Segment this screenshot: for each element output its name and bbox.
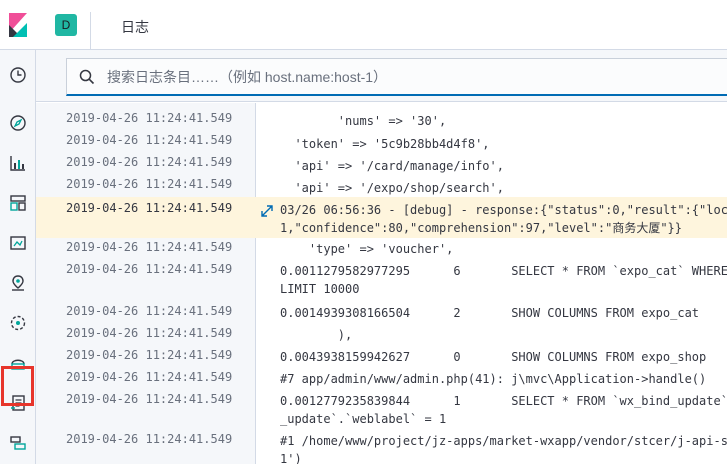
nav-visualize[interactable] [0, 148, 36, 178]
compass-icon [10, 115, 26, 131]
log-row[interactable]: 2019-04-26 11:24:41.549 #7 app/admin/www… [36, 368, 727, 390]
log-message: #1 /home/www/project/jz-apps/market-wxap… [280, 434, 727, 464]
log-row[interactable]: 2019-04-26 11:24:41.549 'api' => '/card/… [36, 147, 727, 173]
search-bar-row [36, 50, 727, 102]
log-timestamp: 2019-04-26 11:24:41.549 [66, 111, 233, 125]
nav-recent[interactable] [0, 60, 36, 90]
log-timestamp: 2019-04-26 11:24:41.549 [66, 240, 233, 254]
log-message: #7 app/admin/www/admin.php(41): j\mvc\Ap… [280, 372, 707, 386]
log-message: 0.0043938159942627 0 SHOW COLUMNS FROM e… [280, 350, 707, 364]
log-timestamp: 2019-04-26 11:24:41.549 [66, 262, 233, 276]
kibana-logo-icon [9, 13, 27, 37]
log-timestamp: 2019-04-26 11:24:41.549 [66, 155, 233, 169]
dashboard-icon [10, 195, 26, 211]
log-message: 0.0014939308166504 2 SHOW COLUMNS FROM e… [280, 306, 700, 320]
log-timestamp: 2019-04-26 11:24:41.549 [66, 392, 233, 406]
search-icon [79, 69, 95, 85]
top-header: D 日志 [0, 0, 727, 50]
breadcrumb[interactable]: 日志 [121, 17, 149, 37]
search-box [66, 58, 727, 96]
header-divider [90, 12, 91, 50]
expand-icon[interactable] [260, 204, 274, 218]
active-nav-highlight [1, 366, 34, 406]
search-input[interactable] [105, 59, 727, 95]
log-row[interactable]: 2019-04-26 11:24:41.549 'type' => 'vouch… [36, 238, 727, 260]
nav-discover[interactable] [0, 108, 36, 138]
visualize-icon [10, 156, 25, 171]
log-message: 0.0011279582977295 6 SELECT * FROM `expo… [280, 264, 727, 296]
log-timestamp: 2019-04-26 11:24:41.549 [66, 348, 233, 362]
log-timestamp: 2019-04-26 11:24:41.549 [66, 432, 233, 446]
log-message: 'api' => '/expo/shop/search', [280, 181, 504, 195]
log-message: ), [280, 328, 353, 342]
space-avatar[interactable]: D [55, 14, 77, 36]
log-timestamp: 2019-04-26 11:24:41.549 [66, 304, 233, 318]
log-row[interactable]: 2019-04-26 11:24:41.549 ), [36, 324, 727, 346]
log-row[interactable]: 2019-04-26 11:24:41.549 0.00112795829772… [36, 260, 727, 302]
log-timestamp: 2019-04-26 11:24:41.549 [66, 370, 233, 384]
nav-canvas[interactable] [0, 228, 36, 258]
log-row[interactable]: 2019-04-26 11:24:41.549 0.00149393081665… [36, 302, 727, 324]
canvas-icon [10, 236, 26, 250]
ml-icon [10, 315, 26, 331]
log-timestamp: 2019-04-26 11:24:41.549 [66, 133, 233, 147]
log-row[interactable]: 2019-04-26 11:24:41.549 0.00439381599426… [36, 346, 727, 368]
nav-dashboard[interactable] [0, 188, 36, 218]
log-message: 0.0012779235839844 1 SELECT * FROM `wx_b… [280, 394, 727, 426]
log-row[interactable]: 2019-04-26 11:24:41.549 0.00127792358398… [36, 390, 727, 430]
log-row-highlighted[interactable]: 2019-04-26 11:24:41.549 03/26 06:56:36 -… [36, 197, 727, 238]
log-message: 03/26 06:56:36 - [debug] - response:{"st… [280, 203, 727, 235]
log-timestamp: 2019-04-26 11:24:41.549 [66, 201, 233, 215]
log-row[interactable]: 2019-04-26 11:24:41.549 #1 /home/www/pro… [36, 430, 727, 464]
log-row[interactable]: 2019-04-26 11:24:41.549 'nums' => '30', [36, 103, 727, 128]
log-message: 'type' => 'voucher', [280, 242, 454, 256]
log-row[interactable]: 2019-04-26 11:24:41.549 'token' => '5c9b… [36, 125, 727, 151]
maps-icon [12, 275, 24, 291]
nav-maps[interactable] [0, 268, 36, 298]
nav-apm[interactable] [0, 428, 36, 458]
clock-icon [10, 67, 26, 83]
apm-icon [10, 436, 26, 450]
log-timestamp: 2019-04-26 11:24:41.549 [66, 326, 233, 340]
log-stream[interactable]: 2019-04-26 11:24:41.549 'nums' => '30', … [36, 103, 727, 464]
nav-ml[interactable] [0, 308, 36, 338]
kibana-logo[interactable] [0, 0, 36, 50]
log-row[interactable]: 2019-04-26 11:24:41.549 'api' => '/expo/… [36, 169, 727, 195]
log-timestamp: 2019-04-26 11:24:41.549 [66, 177, 233, 191]
